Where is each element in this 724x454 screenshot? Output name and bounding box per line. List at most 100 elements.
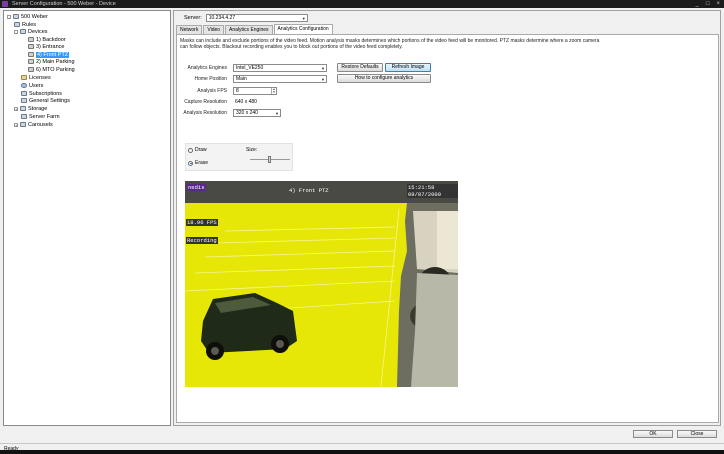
minimize-button[interactable]: _ [696, 0, 699, 8]
tab-analytics-configuration[interactable]: Analytics Configuration [273, 24, 333, 34]
analytics-engines-select[interactable]: Intel_VE250 ▼ [233, 64, 327, 72]
brush-size-slider-thumb[interactable] [268, 156, 271, 163]
storage-icon [20, 106, 26, 111]
close-button[interactable]: Close [677, 430, 717, 438]
server-select-value: 10.234.4.27 [208, 15, 236, 21]
tree-item-server[interactable]: - 500 Weber [7, 13, 48, 20]
tab-video[interactable]: Video [203, 25, 225, 34]
home-position-select[interactable]: Main ▼ [233, 75, 327, 83]
camera-icon [28, 37, 34, 42]
tree-item-storage[interactable]: + Storage [14, 105, 47, 112]
tree-item-licenses[interactable]: Licenses [21, 74, 51, 81]
close-window-button[interactable]: × [716, 0, 720, 8]
tab-bar: Network Video Analytics Engines Analytic… [176, 24, 334, 34]
mask-description: Masks can include and exclude portions o… [180, 38, 600, 50]
tree-item-devices[interactable]: - Devices [14, 28, 48, 35]
device-config-panel: Server: 10.234.4.27 ▼ Network Video Anal… [173, 10, 721, 426]
tree-item-label: Users [29, 82, 44, 89]
ok-button[interactable]: OK [633, 430, 673, 438]
title-bar: Server Configuration - 500 Weber - Devic… [0, 0, 724, 8]
server-label: Server: [184, 15, 202, 21]
tree-toggle[interactable]: + [14, 122, 18, 127]
mask-tool-group: Draw Erase Size: [185, 143, 293, 171]
tree-item-label: Storage [28, 105, 48, 112]
tab-analytics-engines[interactable]: Analytics Engines [225, 25, 273, 34]
rules-icon [14, 22, 20, 27]
tree-item-main-parking[interactable]: 2) Main Parking [28, 58, 75, 65]
camera-icon [28, 44, 34, 49]
window-title: Server Configuration - 500 Weber - Devic… [12, 1, 116, 7]
tree-item-front-ptz[interactable]: 4) Front PTZ [28, 51, 70, 58]
chevron-down-icon: ▼ [321, 66, 325, 71]
subscriptions-icon [21, 91, 27, 96]
taskbar [0, 450, 724, 454]
tree-item-label: Licenses [29, 74, 51, 81]
tree-toggle[interactable]: - [14, 29, 18, 34]
carousels-icon [20, 122, 26, 127]
how-to-configure-analytics-button[interactable]: How to configure analytics [337, 74, 431, 83]
tree-item-label: Subscriptions [29, 90, 63, 97]
tree-item-mto-parking[interactable]: 6) MTO Parking [28, 66, 75, 73]
analytics-mask-overlay [185, 203, 407, 387]
chevron-down-icon: ▼ [321, 77, 325, 82]
brush-size-label: Size: [246, 147, 258, 153]
erase-radio[interactable]: Erase [188, 160, 208, 166]
camera-video-feed[interactable]: nedis 4) Front PTZ 15:21:58 09/07/2009 1… [185, 181, 458, 387]
tree-item-label: 4) Front PTZ [36, 51, 70, 58]
tree-item-label: 2) Main Parking [36, 58, 75, 65]
chevron-down-icon: ▼ [301, 16, 306, 21]
restore-defaults-button[interactable]: Restore Defaults [337, 63, 383, 72]
server-farm-icon [21, 114, 27, 119]
tree-item-label: 6) MTO Parking [36, 66, 75, 73]
maximize-button[interactable]: □ [706, 0, 710, 8]
configuration-tree[interactable]: - 500 Weber Rules - Devices 1) Backdoor … [3, 10, 171, 426]
capture-resolution-label: Capture Resolution [184, 99, 227, 105]
tree-item-label: General Settings [29, 97, 70, 104]
home-position-label: Home Position [194, 76, 227, 82]
analytics-engines-label: Analytics Engines [187, 65, 227, 71]
camera-icon [28, 67, 34, 72]
video-camera-label: 4) Front PTZ [289, 187, 329, 194]
home-position-value: Main [236, 76, 247, 82]
analysis-resolution-value: 320 x 240 [236, 110, 258, 116]
users-icon [21, 83, 27, 88]
devices-icon [20, 29, 26, 34]
analysis-fps-stepper[interactable]: 8 ▲ ▼ [233, 87, 277, 95]
video-logo: nedis [187, 184, 206, 191]
draw-radio[interactable]: Draw [188, 147, 207, 153]
spin-arrows-icon[interactable]: ▲ ▼ [271, 88, 276, 94]
tree-item-backdoor[interactable]: 1) Backdoor [28, 36, 66, 43]
tree-item-label: Rules [22, 21, 37, 28]
server-select[interactable]: 10.234.4.27 ▼ [205, 14, 308, 22]
chevron-down-icon: ▼ [275, 111, 279, 116]
analysis-resolution-label: Analysis Resolution [183, 110, 227, 116]
analysis-fps-label: Analysis FPS [197, 88, 227, 94]
tree-item-label: 3) Entrance [36, 43, 65, 50]
settings-icon [21, 98, 27, 103]
radio-indicator [188, 160, 193, 166]
tree-item-rules[interactable]: Rules [14, 21, 36, 28]
tree-item-server-farm[interactable]: Server Farm [21, 113, 60, 120]
tab-network[interactable]: Network [176, 25, 203, 34]
tree-toggle[interactable]: + [14, 106, 18, 111]
refresh-image-button[interactable]: Refresh Image [385, 63, 431, 72]
video-recording-status: Recording [186, 237, 218, 244]
analytics-engines-value: Intel_VE250 [236, 65, 264, 71]
tree-toggle[interactable]: - [7, 14, 11, 19]
tree-item-users[interactable]: Users [21, 82, 43, 89]
analysis-fps-value: 8 [236, 88, 239, 94]
camera-scene [185, 181, 458, 387]
camera-icon [28, 52, 34, 57]
tree-item-entrance[interactable]: 3) Entrance [28, 43, 64, 50]
camera-icon [28, 59, 34, 64]
tree-item-label: Devices [28, 28, 48, 35]
analysis-resolution-select[interactable]: 320 x 240 ▼ [233, 109, 281, 117]
radio-indicator [188, 147, 193, 153]
tree-item-label: Server Farm [29, 113, 60, 120]
tree-item-subscriptions[interactable]: Subscriptions [21, 90, 62, 97]
tree-item-carousels[interactable]: + Carousels [14, 121, 53, 128]
tree-item-label: 500 Weber [21, 13, 48, 20]
tree-item-general-settings[interactable]: General Settings [21, 97, 70, 104]
analytics-configuration-tab-content: Masks can include and exclude portions o… [176, 34, 719, 423]
video-fps: 18.96 FPS [186, 219, 218, 226]
